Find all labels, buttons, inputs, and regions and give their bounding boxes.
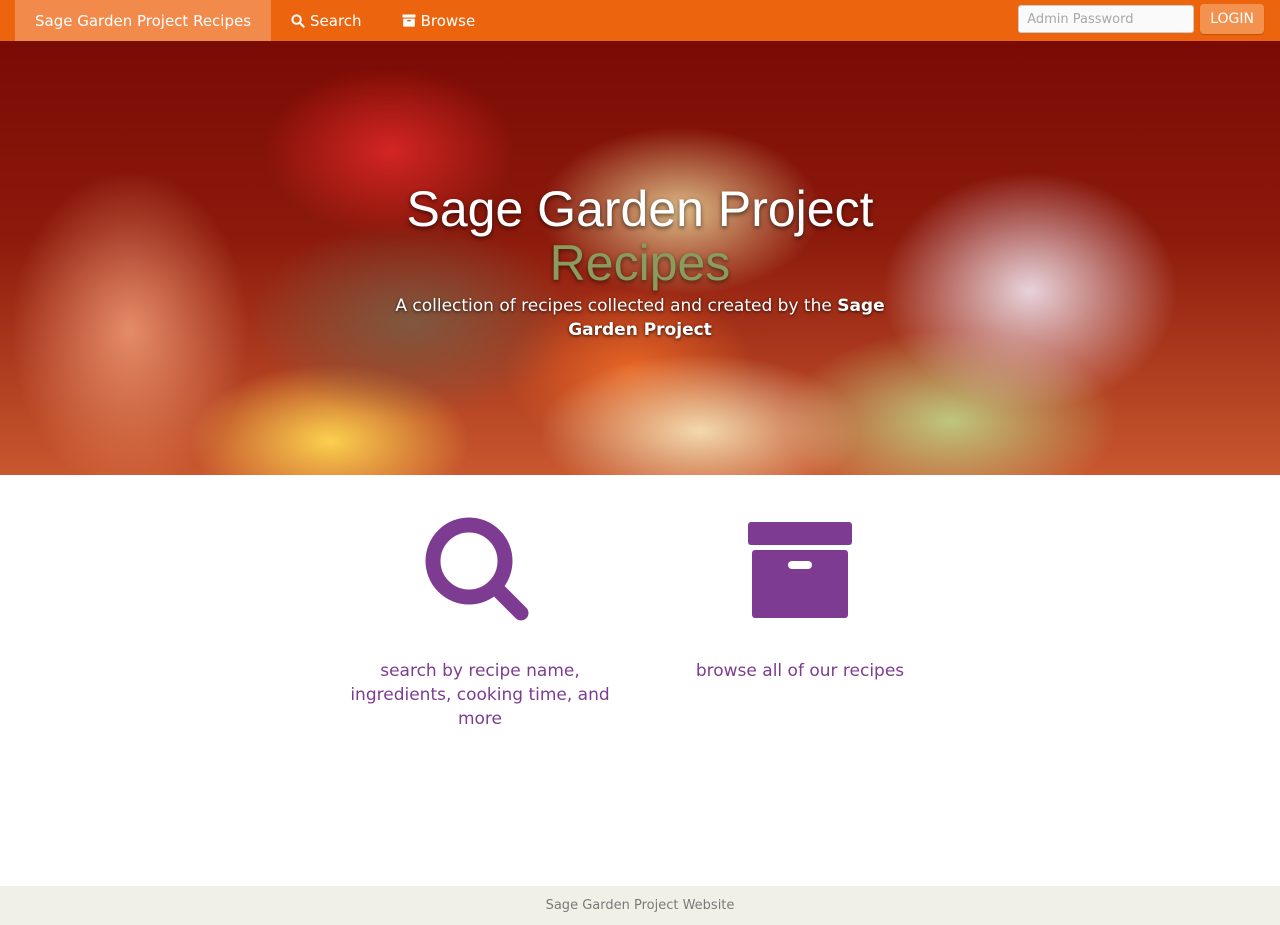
brand-link[interactable]: Sage Garden Project Recipes [15,0,272,41]
search-feature-link[interactable]: search by recipe name, ingredients, cook… [330,517,630,731]
archive-icon [748,522,852,618]
footer: Sage Garden Project Website [0,886,1280,925]
nav-browse-link[interactable]: Browse [382,0,496,41]
nav-search-link[interactable]: Search [271,0,382,41]
hero-text-block: Sage Garden Project Recipes A collection… [340,41,940,342]
login-form: LOGIN [1018,4,1264,34]
search-icon [425,517,529,621]
hero-subtitle: A collection of recipes collected and cr… [340,294,940,342]
hero-title-accent: Recipes [549,235,731,291]
archive-icon [402,14,416,27]
hero-banner: Sage Garden Project Recipes A collection… [0,41,1280,475]
admin-password-input[interactable] [1018,5,1195,33]
nav-search-label: Search [310,11,362,30]
browse-feature-link[interactable]: browse all of our recipes [650,517,950,683]
hero-title-main: Sage Garden Project [406,181,874,237]
browse-feature-label: browse all of our recipes [695,661,905,681]
login-button[interactable]: LOGIN [1200,4,1264,34]
footer-text: Sage Garden Project Website [545,898,735,913]
search-feature-label: search by recipe name, ingredients, cook… [350,661,610,729]
hero-title: Sage Garden Project Recipes [340,182,940,290]
search-icon [291,13,305,28]
hero-subtitle-text: A collection of recipes collected and cr… [395,296,838,316]
nav-browse-label: Browse [420,11,476,30]
top-navbar: Sage Garden Project Recipes Search Brows… [0,0,1280,41]
